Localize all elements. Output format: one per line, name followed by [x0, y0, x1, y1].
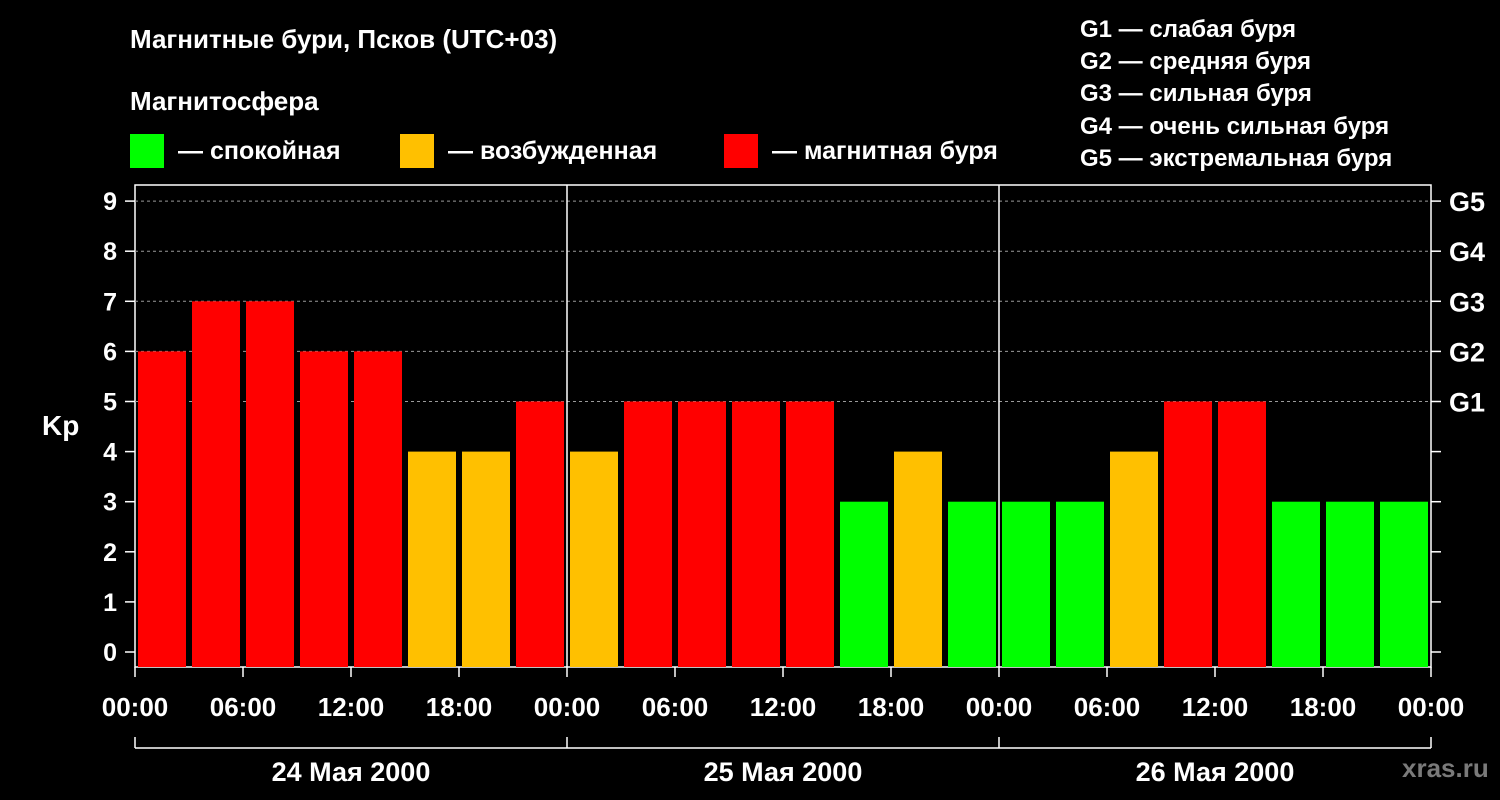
y-tick-label: 5 — [103, 389, 117, 417]
kp-bar — [246, 301, 294, 667]
x-tick-label: 12:00 — [750, 692, 817, 722]
x-tick-label: 12:00 — [318, 692, 385, 722]
kp-bar — [354, 351, 402, 667]
kp-bar — [516, 401, 564, 667]
day-label: 25 Мая 2000 — [704, 757, 863, 787]
kp-bar — [732, 401, 780, 667]
y-tick-label: 9 — [103, 188, 117, 216]
kp-bar — [1218, 401, 1266, 667]
x-tick-label: 00:00 — [534, 692, 601, 722]
x-tick-label: 18:00 — [858, 692, 925, 722]
x-tick-label: 18:00 — [426, 692, 493, 722]
g-tick-label: G5 — [1449, 187, 1485, 217]
y-tick-label: 3 — [103, 489, 117, 517]
y-tick-label: 6 — [103, 338, 117, 366]
y-tick-label: 7 — [103, 288, 117, 316]
g-tick-label: G1 — [1449, 388, 1485, 418]
kp-bar — [624, 401, 672, 667]
kp-bar — [462, 451, 510, 667]
kp-bar — [1110, 451, 1158, 667]
kp-bar — [408, 451, 456, 667]
kp-bar — [678, 401, 726, 667]
g-tick-label: G4 — [1449, 237, 1485, 267]
kp-bar — [570, 451, 618, 667]
day-label: 24 Мая 2000 — [272, 757, 431, 787]
y-tick-label: 4 — [103, 439, 117, 467]
y-tick-label: 2 — [103, 539, 117, 567]
kp-bar — [192, 301, 240, 667]
kp-bar — [786, 401, 834, 667]
x-tick-label: 06:00 — [1074, 692, 1141, 722]
x-tick-label: 00:00 — [1398, 692, 1465, 722]
kp-bar — [138, 351, 186, 667]
g-tick-label: G2 — [1449, 337, 1485, 367]
y-tick-label: 1 — [103, 589, 117, 617]
y-tick-label: 8 — [103, 238, 117, 266]
x-tick-label: 12:00 — [1182, 692, 1249, 722]
kp-bar — [1164, 401, 1212, 667]
x-tick-label: 06:00 — [210, 692, 277, 722]
kp-bar — [1272, 501, 1320, 667]
kp-bar — [840, 501, 888, 667]
kp-bar-chart: 0 1 2 3 4 5 6 7 8 9 G1 G2 G3 G4 G5 00:00 06:00 12:00 18:00… — [102, 184, 1485, 787]
kp-bar — [894, 451, 942, 667]
kp-bar — [1326, 501, 1374, 667]
g-tick-label: G3 — [1449, 287, 1485, 317]
day-label: 26 Мая 2000 — [1136, 757, 1295, 787]
kp-bar — [1056, 501, 1104, 667]
kp-bar — [1002, 501, 1050, 667]
kp-bar — [1380, 501, 1428, 667]
x-tick-label: 00:00 — [102, 692, 169, 722]
x-tick-label: 06:00 — [642, 692, 709, 722]
y-tick-label: 0 — [103, 639, 117, 667]
kp-bar — [300, 351, 348, 667]
x-tick-label: 00:00 — [966, 692, 1033, 722]
x-tick-label: 18:00 — [1290, 692, 1357, 722]
watermark: xras.ru — [1402, 753, 1489, 783]
kp-bar — [948, 501, 996, 667]
